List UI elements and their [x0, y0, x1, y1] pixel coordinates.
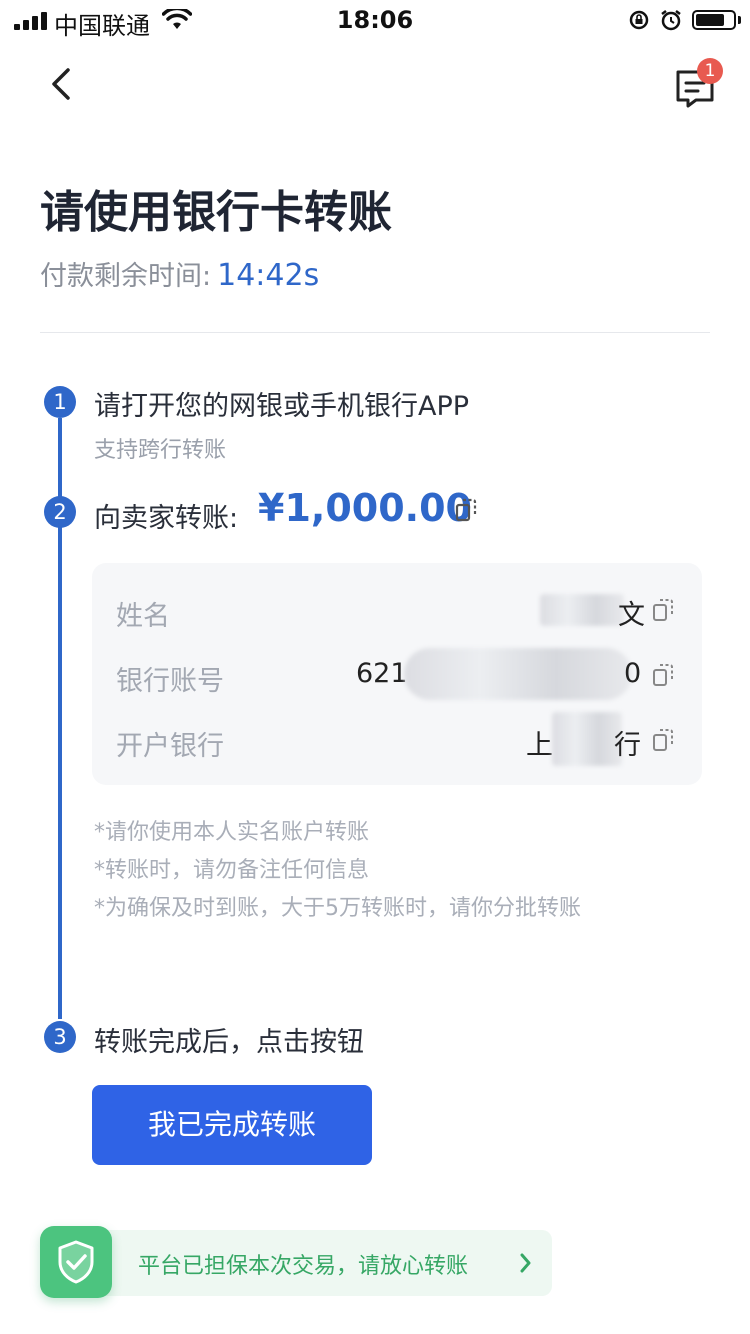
account-redacted — [404, 648, 632, 700]
header-divider — [40, 332, 710, 333]
countdown-label: 付款剩余时间: — [40, 261, 212, 292]
bank-value-prefix[interactable]: 上 — [526, 723, 553, 762]
step-1-title: 请打开您的网银或手机银行APP — [94, 391, 470, 422]
chevron-right-icon[interactable] — [514, 1250, 536, 1276]
step-2-title: 向卖家转账: — [94, 503, 239, 534]
copy-amount-icon[interactable] — [455, 498, 477, 522]
account-label: 银行账号 — [116, 666, 224, 697]
alarm-icon — [661, 10, 681, 31]
note-item: *请你使用本人实名账户转账 — [94, 820, 370, 845]
bank-redacted — [552, 712, 622, 766]
account-value-suffix[interactable]: 0 — [624, 658, 641, 689]
page-title: 请使用银行卡转账 — [40, 187, 392, 238]
guarantee-text[interactable]: 平台已担保本次交易，请放心转账 — [138, 1248, 468, 1280]
step-3-marker: 3 — [44, 1021, 76, 1053]
bank-label: 开户银行 — [116, 731, 224, 762]
copy-account-icon[interactable] — [652, 663, 674, 687]
step-2-marker: 2 — [44, 496, 76, 528]
step-connector — [58, 418, 62, 500]
name-label: 姓名 — [116, 601, 170, 632]
transfer-amount: ¥1,000.00 — [258, 486, 472, 530]
bank-value-suffix[interactable]: 行 — [614, 723, 641, 762]
shield-check-icon — [40, 1226, 112, 1298]
battery-cap — [738, 16, 741, 24]
message-badge: 1 — [697, 58, 723, 84]
back-button[interactable] — [40, 62, 84, 106]
note-item: *转账时，请勿备注任何信息 — [94, 858, 370, 883]
status-bar: 中国联通 18:06 — [0, 0, 750, 44]
copy-bank-icon[interactable] — [652, 728, 674, 752]
transfer-done-button[interactable]: 我已完成转账 — [92, 1085, 372, 1165]
battery-icon — [692, 10, 736, 30]
step-connector — [58, 527, 62, 1019]
note-item: *为确保及时到账，大于5万转账时，请你分批转账 — [94, 896, 581, 921]
name-redacted — [540, 594, 624, 626]
countdown-value: 14:42s — [217, 258, 320, 293]
step-1-subtitle: 支持跨行转账 — [94, 438, 227, 463]
name-value-suffix[interactable]: 文 — [618, 593, 645, 632]
rotation-lock-icon — [629, 10, 649, 30]
copy-name-icon[interactable] — [652, 598, 674, 622]
step-3-title: 转账完成后，点击按钮 — [94, 1027, 364, 1058]
account-value-prefix[interactable]: 621 — [356, 658, 408, 689]
step-1-marker: 1 — [44, 386, 76, 418]
countdown-row: 付款剩余时间: 14:42s — [40, 254, 319, 293]
